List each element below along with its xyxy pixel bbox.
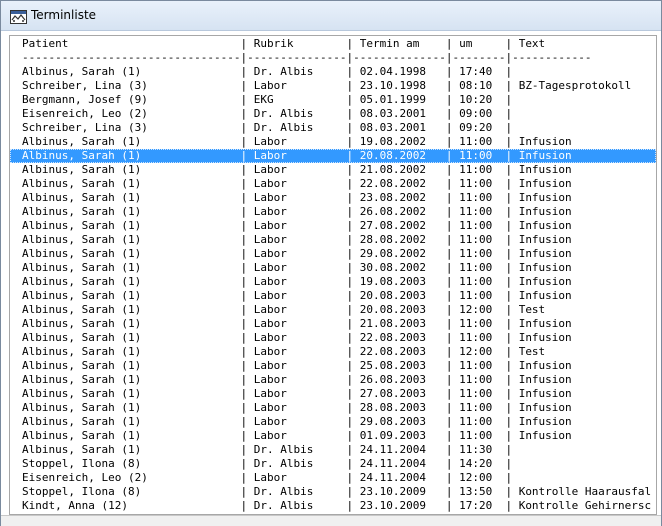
list-item[interactable]: Albinus, Sarah (1) | Labor | 26.08.2002 …	[10, 205, 656, 219]
list-item[interactable]: Albinus, Sarah (1) | Labor | 01.09.2003 …	[10, 429, 656, 443]
list-item[interactable]: Albinus, Sarah (1) | Labor | 26.08.2003 …	[10, 373, 656, 387]
appointment-listbox[interactable]: Patient | Rubrik | Termin am | um | Text…	[9, 35, 657, 515]
list-separator: ---------------------------------|------…	[22, 51, 592, 64]
window-title: Terminliste	[31, 8, 97, 22]
list-item[interactable]: Kindt, Anna (12) | Dr. Albis | 23.10.200…	[10, 499, 656, 513]
list-item[interactable]: Albinus, Sarah (1) | Labor | 28.08.2003 …	[10, 401, 656, 415]
list-item[interactable]: Albinus, Sarah (1) | Dr. Albis | 24.11.2…	[10, 443, 656, 457]
list-item[interactable]: Albinus, Sarah (1) | Labor | 30.08.2002 …	[10, 261, 656, 275]
list-header: Patient | Rubrik | Termin am | um | Text	[22, 37, 546, 50]
list-item[interactable]: Albinus, Sarah (1) | Labor | 29.08.2003 …	[10, 415, 656, 429]
list-item[interactable]: Stoppel, Ilona (8) | Dr. Albis | 24.11.2…	[10, 457, 656, 471]
terminliste-window: Terminliste Patient | Rubrik | Termin am…	[0, 0, 662, 526]
list-item[interactable]: Albinus, Sarah (1) | Labor | 22.08.2003 …	[10, 331, 656, 345]
list-item[interactable]: Albinus, Sarah (1) | Labor | 21.08.2002 …	[10, 163, 656, 177]
list-item[interactable]: Albinus, Sarah (1) | Labor | 22.08.2003 …	[10, 345, 656, 359]
list-item[interactable]: Albinus, Sarah (1) | Labor | 29.08.2002 …	[10, 247, 656, 261]
list-item[interactable]: Albinus, Sarah (1) | Labor | 25.08.2003 …	[10, 359, 656, 373]
list-item[interactable]: Albinus, Sarah (1) | Labor | 19.08.2002 …	[10, 135, 656, 149]
list-item[interactable]: Albinus, Sarah (1) | Labor | 20.08.2003 …	[10, 289, 656, 303]
list-item[interactable]: Schreiber, Lina (3) | Dr. Albis | 08.03.…	[10, 121, 656, 135]
list-item[interactable]: Albinus, Sarah (1) | Labor | 19.08.2003 …	[10, 275, 656, 289]
list-item[interactable]: Albinus, Sarah (1) | Labor | 20.08.2002 …	[10, 149, 656, 163]
list-item[interactable]: Albinus, Sarah (1) | Labor | 28.08.2002 …	[10, 233, 656, 247]
list-item[interactable]: Albinus, Sarah (1) | Labor | 27.08.2002 …	[10, 219, 656, 233]
list-item[interactable]: Schreiber, Lina (3) | Labor | 23.10.1998…	[10, 79, 656, 93]
list-item[interactable]: Albinus, Sarah (1) | Labor | 20.08.2003 …	[10, 303, 656, 317]
status-strip	[1, 515, 661, 526]
list-item[interactable]: Albinus, Sarah (1) | Labor | 21.08.2003 …	[10, 317, 656, 331]
list-item[interactable]: Albinus, Sarah (1) | Labor | 22.08.2002 …	[10, 177, 656, 191]
list-item[interactable]: Eisenreich, Leo (2) | Dr. Albis | 08.03.…	[10, 107, 656, 121]
list-item[interactable]: Albinus, Sarah (1) | Labor | 23.08.2002 …	[10, 191, 656, 205]
list-item[interactable]: Albinus, Sarah (1) | Labor | 27.08.2003 …	[10, 387, 656, 401]
list-item[interactable]: Eisenreich, Leo (2) | Labor | 24.11.2004…	[10, 471, 656, 485]
list-item[interactable]: Albinus, Sarah (1) | Dr. Albis | 02.04.1…	[10, 65, 656, 79]
list-item[interactable]: Stoppel, Ilona (8) | Dr. Albis | 23.10.2…	[10, 485, 656, 499]
app-window-icon	[10, 9, 27, 24]
title-bar[interactable]: Terminliste	[1, 1, 661, 31]
list-item[interactable]: Bergmann, Josef (9) | EKG | 05.01.1999 |…	[10, 93, 656, 107]
